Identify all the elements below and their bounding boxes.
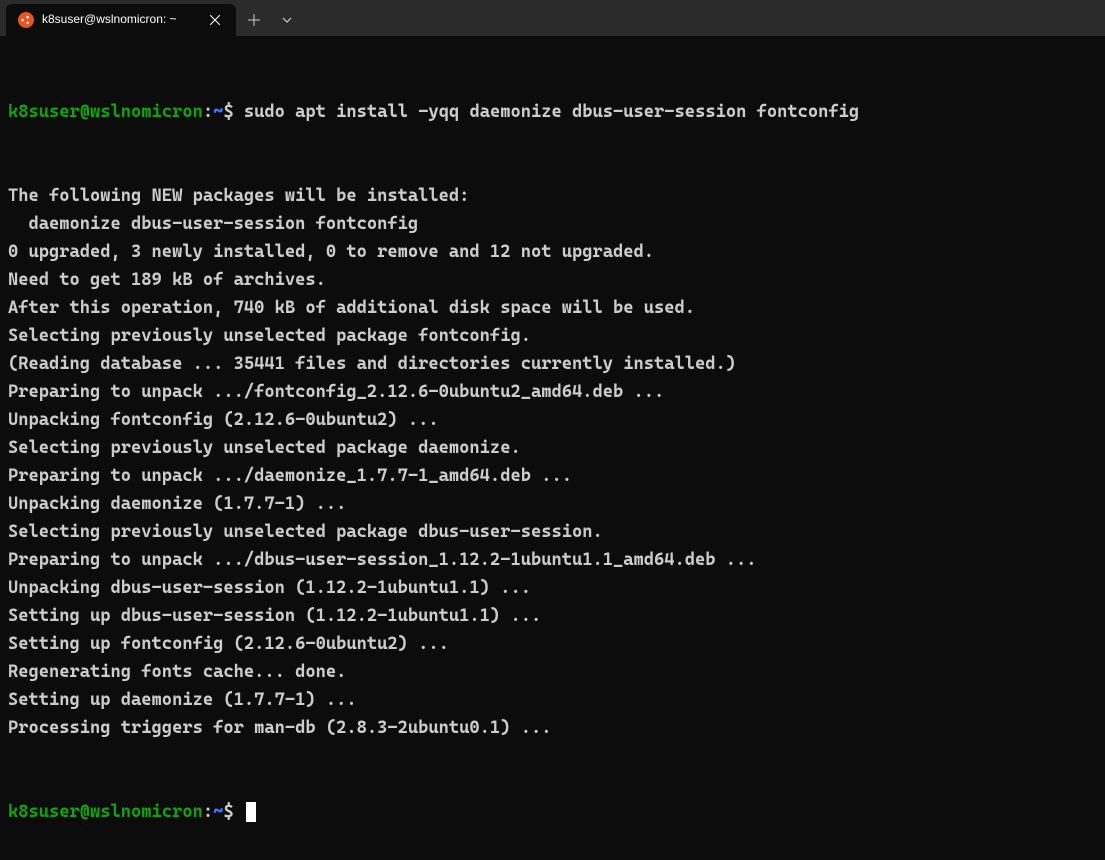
output-line: Unpacking fontconfig (2.12.6-0ubuntu2) .… xyxy=(8,406,1097,434)
output-container: The following NEW packages will be insta… xyxy=(8,182,1097,742)
output-line: Unpacking daemonize (1.7.7-1) ... xyxy=(8,490,1097,518)
output-line: Setting up daemonize (1.7.7-1) ... xyxy=(8,686,1097,714)
prompt-user-host: k8suser@wslnomicron xyxy=(8,102,203,122)
new-tab-button[interactable] xyxy=(236,4,272,36)
output-line: Unpacking dbus-user-session (1.12.2-1ubu… xyxy=(8,574,1097,602)
titlebar: k8suser@wslnomicron: ~ xyxy=(0,0,1105,36)
output-line: Preparing to unpack .../dbus-user-sessio… xyxy=(8,546,1097,574)
output-line: Selecting previously unselected package … xyxy=(8,518,1097,546)
prompt-path: ~ xyxy=(213,102,223,122)
output-line: Selecting previously unselected package … xyxy=(8,434,1097,462)
output-line: Processing triggers for man-db (2.8.3-2u… xyxy=(8,714,1097,742)
prompt-line: k8suser@wslnomicron:~$ xyxy=(8,798,1097,826)
output-line: The following NEW packages will be insta… xyxy=(8,182,1097,210)
output-line: daemonize dbus-user-session fontconfig xyxy=(8,210,1097,238)
entered-command: sudo apt install -yqq daemonize dbus-use… xyxy=(244,102,859,122)
tab-dropdown-button[interactable] xyxy=(272,4,302,36)
prompt-dollar: $ xyxy=(223,802,233,822)
prompt-path: ~ xyxy=(213,802,223,822)
tab-title: k8suser@wslnomicron: ~ xyxy=(42,10,198,29)
active-tab[interactable]: k8suser@wslnomicron: ~ xyxy=(6,4,236,36)
close-tab-button[interactable] xyxy=(206,11,224,29)
terminal-viewport[interactable]: k8suser@wslnomicron:~$ sudo apt install … xyxy=(0,36,1105,860)
ubuntu-icon xyxy=(18,12,34,28)
prompt-dollar: $ xyxy=(223,102,233,122)
output-line: Need to get 189 kB of archives. xyxy=(8,266,1097,294)
output-line: Preparing to unpack .../daemonize_1.7.7-… xyxy=(8,462,1097,490)
prompt-colon: : xyxy=(203,802,213,822)
output-line: 0 upgraded, 3 newly installed, 0 to remo… xyxy=(8,238,1097,266)
output-line: Preparing to unpack .../fontconfig_2.12.… xyxy=(8,378,1097,406)
prompt-user-host: k8suser@wslnomicron xyxy=(8,802,203,822)
output-line: After this operation, 740 kB of addition… xyxy=(8,294,1097,322)
prompt-colon: : xyxy=(203,102,213,122)
prompt-line: k8suser@wslnomicron:~$ sudo apt install … xyxy=(8,98,1097,126)
output-line: Setting up dbus-user-session (1.12.2-1ub… xyxy=(8,602,1097,630)
cursor xyxy=(246,802,256,822)
output-line: Regenerating fonts cache... done. xyxy=(8,658,1097,686)
output-line: Selecting previously unselected package … xyxy=(8,322,1097,350)
output-line: (Reading database ... 35441 files and di… xyxy=(8,350,1097,378)
output-line: Setting up fontconfig (2.12.6-0ubuntu2) … xyxy=(8,630,1097,658)
